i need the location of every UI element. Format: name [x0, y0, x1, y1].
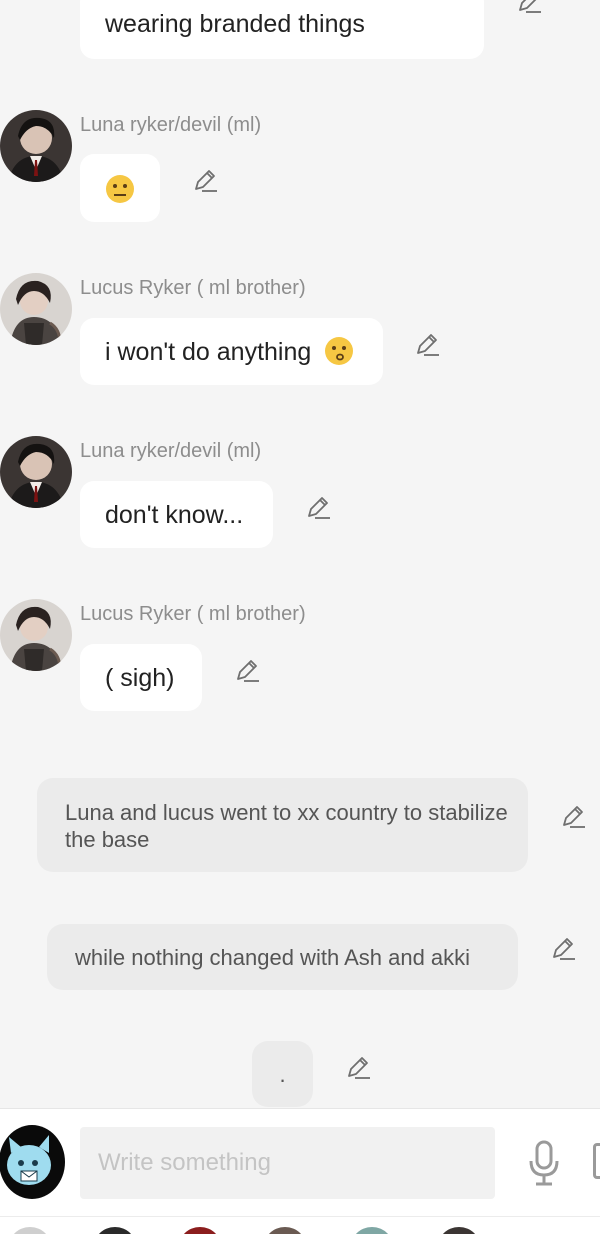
message-text: wearing branded things — [105, 10, 365, 38]
message-text: i won't do anything — [105, 338, 312, 366]
message-bubble: i won't do anything — [80, 318, 383, 385]
pencil-icon[interactable] — [550, 935, 576, 961]
character-strip — [0, 1216, 600, 1234]
sender-name: Luna ryker/devil (ml) — [80, 440, 262, 462]
pencil-icon[interactable] — [345, 1054, 371, 1080]
narration-bubble: . — [252, 1041, 313, 1107]
pencil-icon[interactable] — [305, 494, 331, 520]
message-input-placeholder: Write something — [98, 1149, 271, 1176]
message-bubble: ( sigh) — [80, 644, 202, 711]
narration-text: while nothing changed with Ash and akki — [75, 945, 471, 970]
pencil-icon[interactable] — [516, 0, 542, 14]
sender-name: Luna ryker/devil (ml) — [80, 114, 262, 136]
input-bar: Write something — [0, 1108, 600, 1217]
narration-text: Luna and lucus went to xx country to sta… — [65, 800, 508, 852]
sender-name: Lucus Ryker ( ml brother) — [80, 277, 306, 299]
kissing-face-icon — [325, 337, 354, 366]
narration-bubble: Luna and lucus went to xx country to sta… — [37, 778, 528, 872]
narration-text: . — [279, 1062, 286, 1087]
narration-bubble: while nothing changed with Ash and akki — [47, 924, 518, 990]
pencil-icon[interactable] — [414, 331, 440, 357]
message-input[interactable]: Write something — [80, 1127, 495, 1199]
cat-avatar[interactable] — [0, 1125, 65, 1199]
attachment-button[interactable] — [593, 1143, 600, 1179]
avatar[interactable] — [0, 436, 72, 508]
message-text: don't know... — [105, 501, 244, 529]
microphone-icon[interactable] — [526, 1139, 562, 1187]
pencil-icon[interactable] — [560, 803, 586, 829]
neutral-face-icon — [106, 175, 134, 203]
sender-name: Lucus Ryker ( ml brother) — [80, 603, 306, 625]
avatar[interactable] — [0, 110, 72, 182]
message-text: ( sigh) — [105, 664, 175, 692]
pencil-icon[interactable] — [192, 167, 218, 193]
pencil-icon[interactable] — [234, 657, 260, 683]
avatar[interactable] — [0, 273, 72, 345]
message-bubble — [80, 154, 160, 222]
message-bubble: don't know... — [80, 481, 273, 548]
avatar[interactable] — [0, 599, 72, 671]
message-bubble: wearing branded things — [80, 0, 484, 59]
